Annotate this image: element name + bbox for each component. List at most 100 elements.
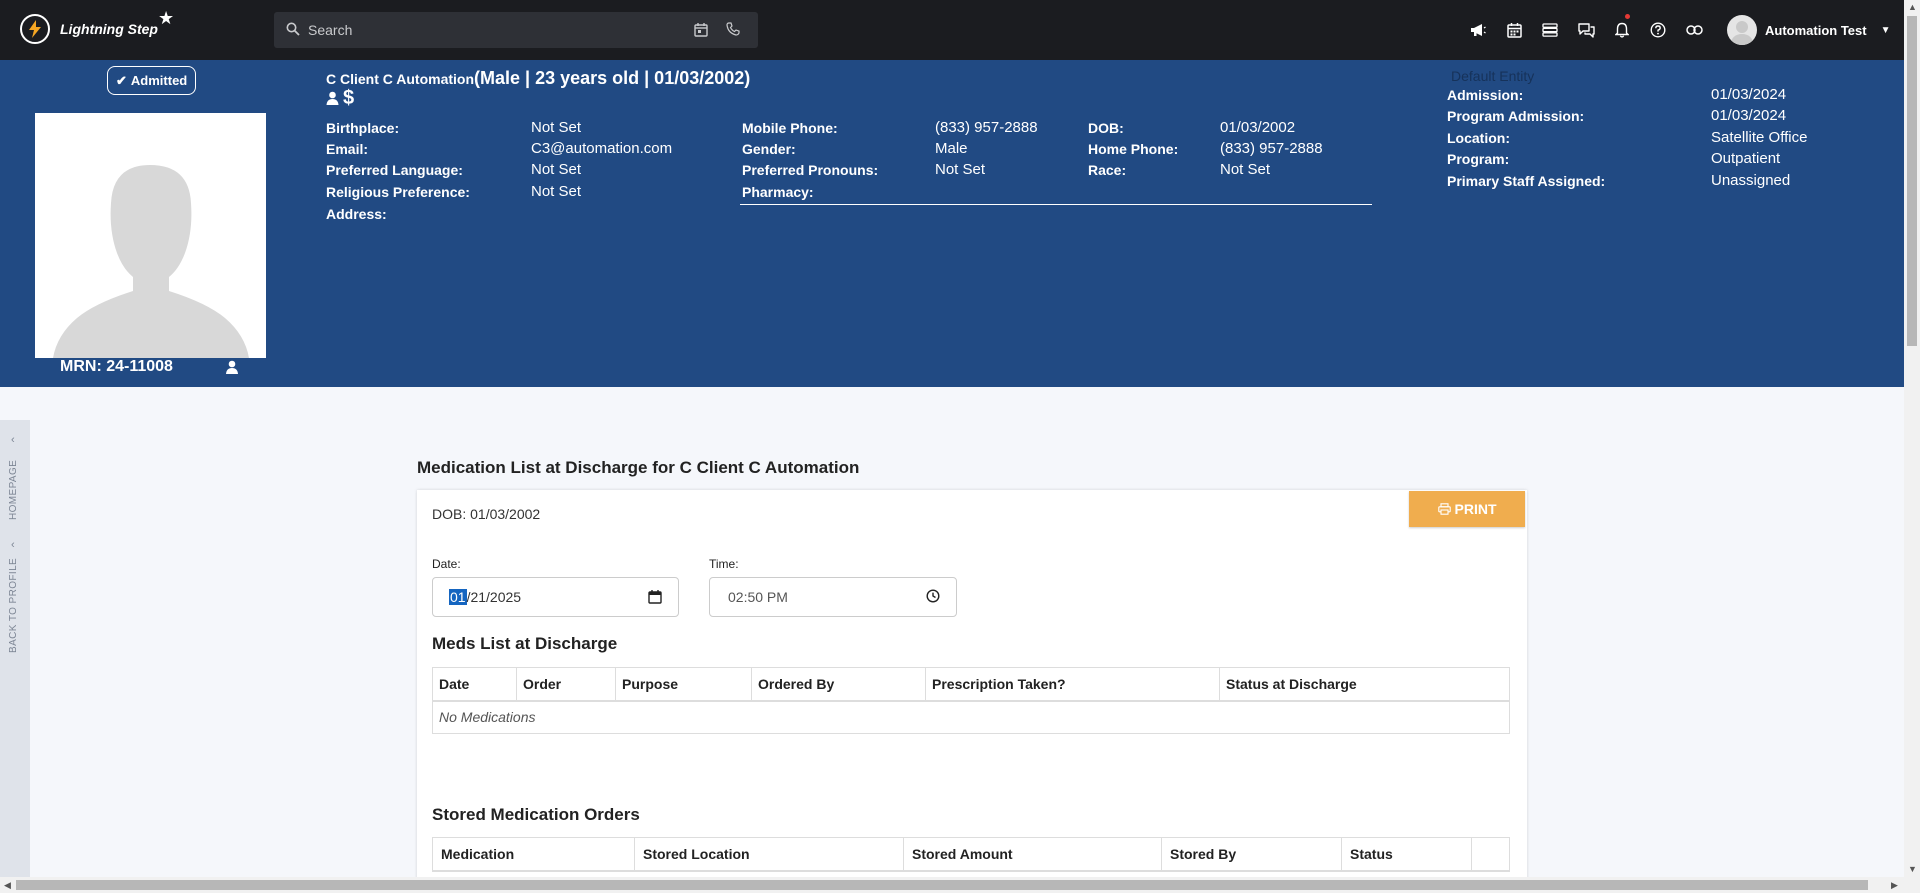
vertical-scroll-thumb[interactable] xyxy=(1907,16,1917,346)
patient-photo[interactable] xyxy=(35,113,266,358)
stored-orders-title: Stored Medication Orders xyxy=(432,805,640,824)
col-stored-location[interactable]: Stored Location xyxy=(634,837,904,872)
patient-header: C Client C Automation (Male | 23 years o… xyxy=(326,68,750,89)
program-value: Outpatient xyxy=(1711,150,1781,167)
col-medication[interactable]: Medication xyxy=(432,837,635,872)
location-value: Satellite Office xyxy=(1711,129,1808,146)
address-label: Address: xyxy=(326,206,387,222)
user-icon[interactable] xyxy=(226,360,238,374)
link-icon[interactable] xyxy=(1676,18,1712,42)
mrn-label: MRN: 24-11008 xyxy=(60,358,173,375)
home-phone-label: Home Phone: xyxy=(1088,141,1179,157)
scroll-down-arrow-icon[interactable]: ▼ xyxy=(1908,864,1917,874)
col-date[interactable]: Date xyxy=(432,667,517,702)
mobile-phone-value: (833) 957-2888 xyxy=(935,119,1038,136)
rail-back-to-profile-label: BACK TO PROFILE xyxy=(8,557,19,653)
gender-value: Male xyxy=(935,140,968,157)
user-menu[interactable]: Automation Test ▼ xyxy=(1727,15,1891,45)
check-icon: ✔ xyxy=(116,72,127,88)
race-value: Not Set xyxy=(1220,161,1271,178)
date-month-segment[interactable]: 01 xyxy=(449,589,467,605)
search-icon xyxy=(286,22,300,36)
program-admission-value: 01/03/2024 xyxy=(1711,107,1787,124)
calendar-search-icon[interactable] xyxy=(694,22,708,37)
time-label: Time: xyxy=(709,557,739,571)
col-ordered-by[interactable]: Ordered By xyxy=(751,667,926,702)
print-button[interactable]: PRINT xyxy=(1409,491,1525,527)
email-label: Email: xyxy=(326,141,369,157)
status-badge-label: Admitted xyxy=(130,73,188,88)
banner-divider xyxy=(740,204,1372,205)
col-status-at-discharge[interactable]: Status at Discharge xyxy=(1219,667,1510,702)
user-avatar xyxy=(1727,15,1757,45)
col-actions xyxy=(1471,837,1510,872)
dob-label: DOB: xyxy=(1088,120,1124,136)
stored-orders-table: Medication Stored Location Stored Amount… xyxy=(432,837,1510,872)
patient-banner: ✔ Admitted MRN: 24-11008 C Client C Auto… xyxy=(0,60,1904,387)
col-stored-amount[interactable]: Stored Amount xyxy=(903,837,1162,872)
search-bar[interactable]: Search xyxy=(274,12,758,48)
chevron-left-icon: ‹ xyxy=(11,539,15,551)
patient-demographics: (Male | 23 years old | 01/03/2002) xyxy=(474,68,751,88)
religious-preference-value: Not Set xyxy=(531,183,582,200)
col-prescription-taken[interactable]: Prescription Taken? xyxy=(925,667,1220,702)
patient-profile-icon[interactable] xyxy=(326,91,339,105)
preferred-pronouns-label: Preferred Pronouns: xyxy=(742,162,879,178)
list-icon[interactable] xyxy=(1532,18,1568,42)
brand-logo[interactable]: Lightning Step xyxy=(20,14,158,44)
calendar-picker-icon[interactable] xyxy=(648,589,662,604)
empty-message: No Medications xyxy=(432,700,1510,734)
primary-staff-label: Primary Staff Assigned: xyxy=(1447,173,1606,189)
notification-dot xyxy=(1625,14,1630,19)
patient-name: C Client C Automation xyxy=(326,71,475,87)
horizontal-scroll-thumb[interactable] xyxy=(16,880,1868,890)
print-label: PRINT xyxy=(1454,501,1497,517)
location-label: Location: xyxy=(1447,130,1510,146)
time-input[interactable]: 02:50 PM xyxy=(709,577,957,617)
time-value: 02:50 PM xyxy=(728,589,788,605)
religious-preference-label: Religious Preference: xyxy=(326,184,470,200)
date-input[interactable]: 01/21/2025 xyxy=(432,577,679,617)
clock-icon[interactable] xyxy=(926,589,940,603)
mobile-phone-label: Mobile Phone: xyxy=(742,120,838,136)
primary-staff-value: Unassigned xyxy=(1711,172,1791,189)
rail-homepage-label: HOMEPAGE xyxy=(8,459,19,520)
admission-label: Admission: xyxy=(1447,87,1524,103)
program-label: Program: xyxy=(1447,151,1510,167)
announcements-icon[interactable] xyxy=(1460,18,1496,42)
birthplace-label: Birthplace: xyxy=(326,120,400,136)
scroll-up-arrow-icon[interactable]: ▲ xyxy=(1908,2,1917,12)
scroll-right-arrow-icon[interactable]: ▶ xyxy=(1891,880,1898,891)
favorite-star-icon[interactable]: ★ xyxy=(158,8,174,29)
email-value: C3@automation.com xyxy=(531,140,673,157)
printer-icon xyxy=(1437,503,1451,515)
scroll-left-arrow-icon[interactable]: ◀ xyxy=(4,880,11,891)
date-label: Date: xyxy=(432,557,461,571)
messages-icon[interactable] xyxy=(1568,18,1604,42)
date-rest: /21/2025 xyxy=(466,589,522,605)
home-phone-value: (833) 957-2888 xyxy=(1220,140,1323,157)
billing-dollar-icon[interactable]: $ xyxy=(343,88,354,108)
calendar-icon[interactable] xyxy=(1496,18,1532,42)
col-purpose[interactable]: Purpose xyxy=(615,667,752,702)
phone-search-icon[interactable] xyxy=(726,22,740,36)
search-input[interactable]: Search xyxy=(308,22,352,38)
status-badge: ✔ Admitted xyxy=(107,66,197,95)
lightning-icon xyxy=(20,14,50,44)
user-name: Automation Test xyxy=(1765,22,1867,38)
admission-value: 01/03/2024 xyxy=(1711,86,1787,103)
race-label: Race: xyxy=(1088,162,1127,178)
col-stored-by[interactable]: Stored By xyxy=(1161,837,1342,872)
col-status[interactable]: Status xyxy=(1341,837,1472,872)
caret-down-icon[interactable]: ▼ xyxy=(1881,25,1891,36)
page-title: Medication List at Discharge for C Clien… xyxy=(417,458,860,477)
chevron-left-icon: ‹ xyxy=(11,434,15,446)
birthplace-value: Not Set xyxy=(531,119,582,136)
notifications-bell-icon[interactable] xyxy=(1604,14,1640,42)
dob-value: 01/03/2002 xyxy=(1220,119,1296,136)
preferred-pronouns-value: Not Set xyxy=(935,161,986,178)
table-row: No Medications xyxy=(432,700,1510,734)
meds-table: Date Order Purpose Ordered By Prescripti… xyxy=(432,667,1510,734)
col-order[interactable]: Order xyxy=(516,667,616,702)
help-icon[interactable] xyxy=(1640,18,1676,42)
